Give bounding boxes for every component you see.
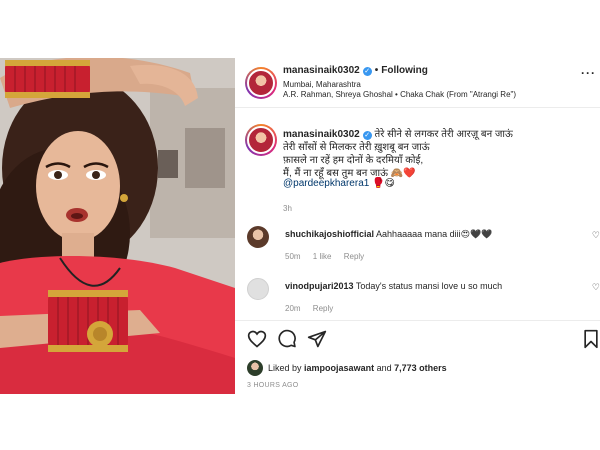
liked-by-text: Liked by iampoojasawant and 7,773 others xyxy=(268,363,447,373)
mention-emoji: 🥊😋 xyxy=(372,178,395,189)
caption-line-3: फ़ासले ना रहें हम दोनों के दरमियाँ कोई, xyxy=(283,155,424,166)
liked-by-and: and xyxy=(376,363,392,373)
comment-meta: 50m 1 like Reply xyxy=(285,252,374,261)
post-header: manasinaik0302 ✓ • Following Mumbai, Mahara… xyxy=(235,58,600,108)
comment-meta: 20m Reply xyxy=(285,304,343,313)
comment-icon[interactable] xyxy=(277,329,297,349)
post-timestamp[interactable]: 3 HOURS AGO xyxy=(247,382,299,389)
comment-emoji: 😍🖤🖤 xyxy=(460,229,493,239)
comment-time[interactable]: 50m xyxy=(285,252,301,261)
commenter-avatar[interactable] xyxy=(247,226,269,248)
location-link[interactable]: Mumbai, Maharashtra xyxy=(283,80,361,89)
comment-item: shuchikajoshiofficial Aahhaaaaa mana dii… xyxy=(247,226,600,266)
share-icon[interactable] xyxy=(307,329,327,349)
caption-avatar[interactable] xyxy=(245,124,277,156)
post-details-panel: manasinaik0302 ✓ • Following Mumbai, Mahara… xyxy=(235,58,600,394)
caption-line-1: manasinaik0302 ✓ तेरे सीने से लगकर तेरी आ… xyxy=(283,126,513,140)
commenter-avatar[interactable] xyxy=(247,278,269,300)
comment-time[interactable]: 20m xyxy=(285,304,301,313)
verified-badge-icon: ✓ xyxy=(362,67,372,76)
author-avatar[interactable] xyxy=(245,67,277,99)
comment-username[interactable]: shuchikajoshiofficial xyxy=(285,229,374,239)
liked-by-prefix: Liked by xyxy=(268,363,302,373)
comment-like-heart-icon[interactable]: ♡ xyxy=(592,282,600,293)
comment-text: Aahhaaaaa mana diii xyxy=(376,229,461,239)
comment-like-heart-icon[interactable]: ♡ xyxy=(592,230,600,241)
separator-dot: • xyxy=(374,65,379,76)
caption-line-4: मैं, मैं ना रहूँ बस तुम बन जाऊं 🙈❤️ xyxy=(283,165,416,179)
mention-link[interactable]: @pardeepkharera1 xyxy=(283,178,369,189)
comment-reply-button[interactable]: Reply xyxy=(313,304,333,313)
header-username-row: manasinaik0302 ✓ • Following xyxy=(283,65,428,76)
comment-username[interactable]: vinodpujari2013 xyxy=(285,281,354,291)
comment-item: vinodpujari2013 Today's status mansi lov… xyxy=(247,278,600,318)
comment-text-row: shuchikajoshiofficial Aahhaaaaa mana dii… xyxy=(285,229,492,240)
following-button[interactable]: Following xyxy=(381,65,428,76)
caption-line-2: तेरी साँसों से मिलकर तेरी ख़ुशबू बन जाऊं xyxy=(283,142,430,153)
comment-reply-button[interactable]: Reply xyxy=(344,252,364,261)
liker-avatar[interactable] xyxy=(247,360,263,376)
audio-link[interactable]: A.R. Rahman, Shreya Ghoshal • Chaka Chak… xyxy=(283,90,516,99)
post-photo[interactable] xyxy=(0,58,235,394)
post-actions: Liked by iampoojasawant and 7,773 others… xyxy=(235,320,600,394)
likes-count-link[interactable]: 7,773 others xyxy=(394,363,447,373)
comment-text-row: vinodpujari2013 Today's status mansi lov… xyxy=(285,281,502,291)
more-options-icon[interactable]: ··· xyxy=(581,66,596,80)
bookmark-icon[interactable] xyxy=(581,329,600,349)
heart-icon[interactable] xyxy=(247,329,267,349)
comment-text: Today's status mansi love u so much xyxy=(355,281,503,291)
caption-line-5: @pardeepkharera1 🥊😋 xyxy=(283,178,395,189)
caption-timestamp[interactable]: 3h xyxy=(283,204,292,213)
author-username[interactable]: manasinaik0302 xyxy=(283,65,360,76)
liked-by-user[interactable]: iampoojasawant xyxy=(304,363,374,373)
woman-in-red-saree-image xyxy=(0,58,235,394)
comment-likes[interactable]: 1 like xyxy=(313,252,332,261)
